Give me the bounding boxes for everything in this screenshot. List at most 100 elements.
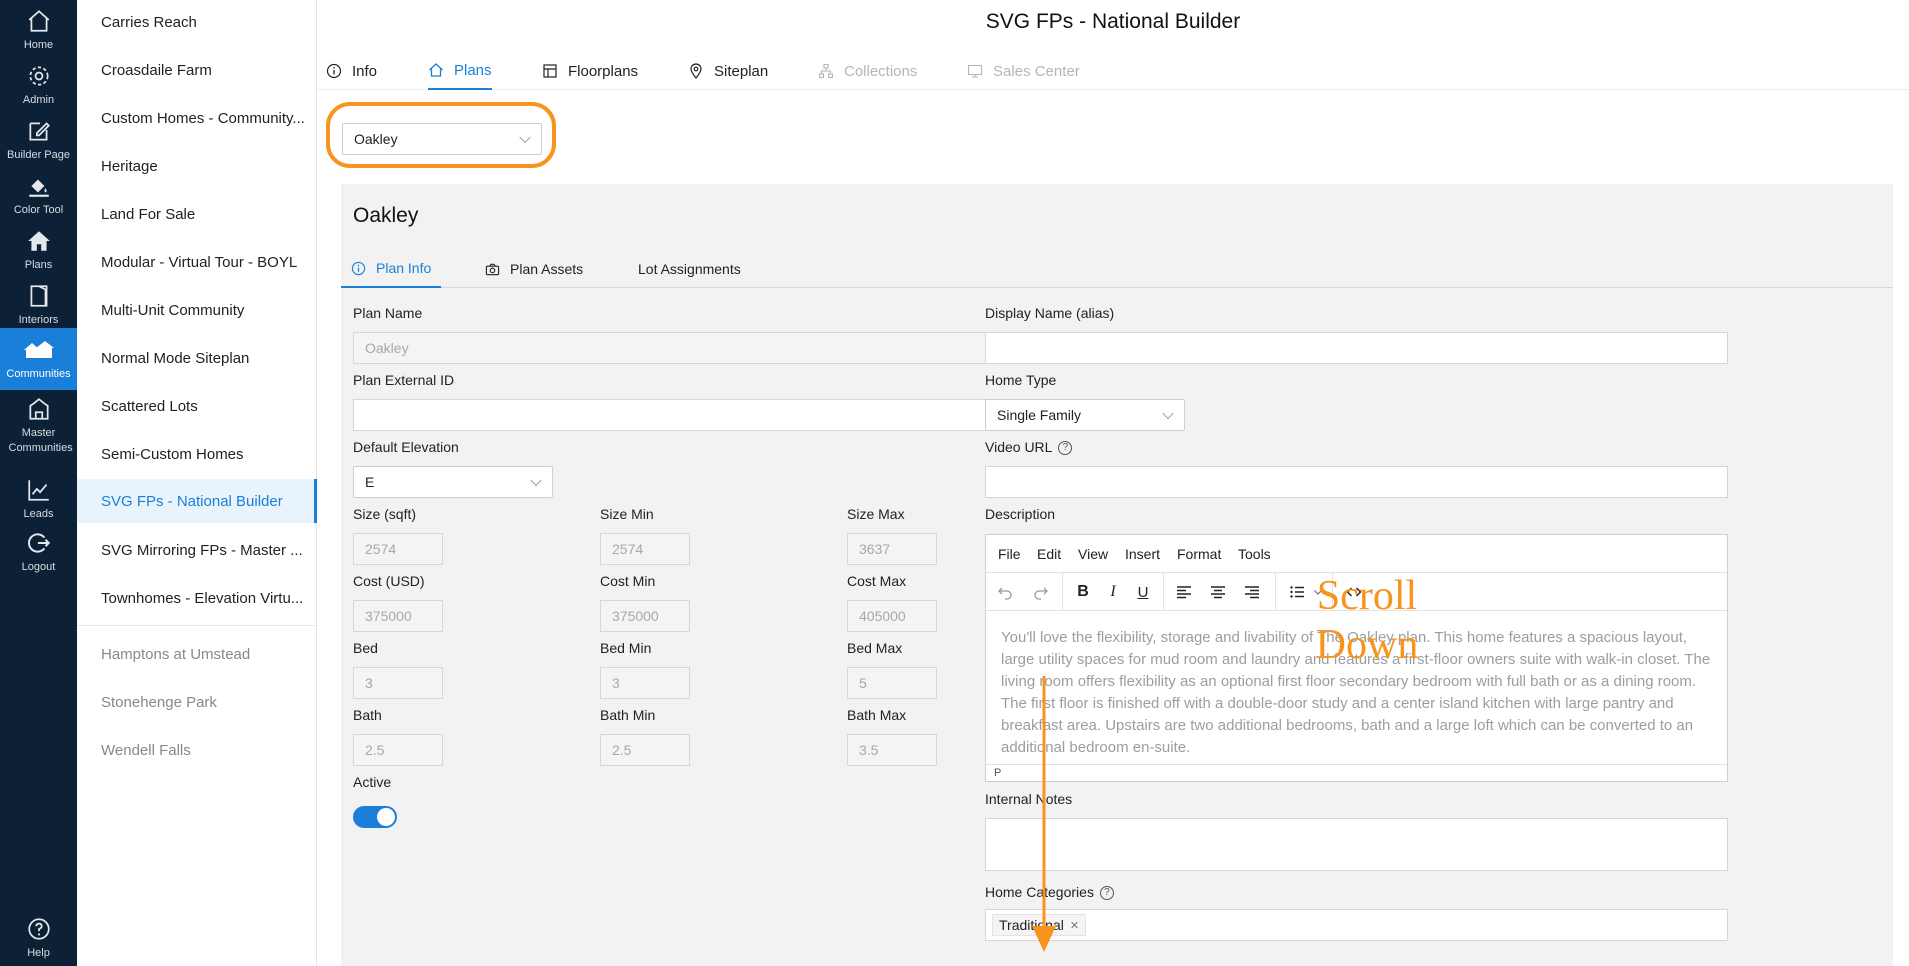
nav-interiors[interactable]: Interiors	[0, 283, 77, 328]
community-item[interactable]: Carries Reach	[77, 0, 317, 44]
annotation-line: Down	[1315, 622, 1419, 668]
bed-min-label: Bed Min	[600, 640, 652, 656]
plan-select[interactable]: Oakley	[342, 123, 542, 155]
chevron-down-icon	[519, 131, 531, 144]
plan-subtabs: Plan Info Plan Assets Lot Assignments	[341, 250, 1893, 288]
nav-help[interactable]: Help	[0, 916, 77, 961]
camera-icon	[485, 263, 500, 275]
community-item[interactable]: Semi-Custom Homes	[77, 432, 317, 476]
bath-min-field[interactable]: 2.5	[600, 734, 690, 766]
nav-leads[interactable]: Leads	[0, 477, 77, 522]
nav-plans[interactable]: Plans	[0, 228, 77, 273]
bed-max-field[interactable]: 5	[847, 667, 937, 699]
active-toggle[interactable]	[353, 806, 397, 828]
size-min-label: Size Min	[600, 506, 654, 522]
community-item[interactable]: Custom Homes - Community...	[77, 96, 317, 140]
plan-panel: Oakley Plan Info Plan Assets Lot Assignm…	[341, 184, 1893, 966]
nav-label: Builder Page	[7, 149, 70, 161]
menu-tools[interactable]: Tools	[1238, 535, 1271, 573]
community-label: Semi-Custom Homes	[101, 445, 244, 463]
bold-button[interactable]: B	[1068, 577, 1098, 607]
bed-field[interactable]: 3	[353, 667, 443, 699]
community-item[interactable]: Land For Sale	[77, 192, 317, 236]
community-item[interactable]: SVG Mirroring FPs - Master ...	[77, 528, 317, 572]
size-field[interactable]: 2574	[353, 533, 443, 565]
video-url-field[interactable]	[985, 466, 1728, 498]
community-item[interactable]: Normal Mode Siteplan	[77, 336, 317, 380]
question-icon[interactable]: ?	[1099, 886, 1114, 901]
default-elevation-select[interactable]: E	[353, 466, 553, 498]
tab-label: Collections	[844, 62, 918, 80]
paint-bucket-icon	[28, 179, 49, 197]
plan-name-field[interactable]: Oakley	[353, 332, 1094, 364]
community-item-other[interactable]: Wendell Falls	[77, 728, 317, 772]
tab-plan-info[interactable]: Plan Info	[341, 250, 442, 288]
internal-notes-field[interactable]	[985, 818, 1728, 871]
nav-admin[interactable]: Admin	[0, 63, 77, 108]
help-icon	[27, 918, 50, 940]
gear-icon	[28, 66, 49, 86]
menu-file[interactable]: File	[998, 535, 1021, 573]
size-min-field[interactable]: 2574	[600, 533, 690, 565]
cost-field[interactable]: 375000	[353, 600, 443, 632]
align-right-button[interactable]	[1237, 577, 1267, 607]
bath-min-label: Bath Min	[600, 707, 656, 723]
cost-min-field[interactable]: 375000	[600, 600, 690, 632]
align-left-button[interactable]	[1169, 577, 1199, 607]
italic-button[interactable]: I	[1098, 577, 1128, 607]
underline-button[interactable]: U	[1128, 577, 1158, 607]
nav-home[interactable]: Home	[0, 8, 77, 53]
floorplan-icon	[543, 64, 557, 78]
bath-max-field[interactable]: 3.5	[847, 734, 937, 766]
tab-siteplan[interactable]: Siteplan	[688, 52, 768, 90]
align-center-button[interactable]	[1203, 577, 1233, 607]
bed-min-field[interactable]: 3	[600, 667, 690, 699]
chevron-down-icon	[1162, 407, 1174, 420]
redo-button[interactable]	[1026, 577, 1056, 607]
question-icon[interactable]: ?	[1058, 441, 1073, 456]
display-name-field[interactable]	[985, 332, 1728, 364]
tab-sales-center[interactable]: Sales Center	[967, 52, 1080, 90]
menu-view[interactable]: View	[1078, 535, 1108, 573]
nav-label: Leads	[23, 508, 54, 520]
community-list: Carries Reach Croasdaile Farm Custom Hom…	[77, 0, 317, 966]
community-item-active[interactable]: SVG FPs - National Builder	[77, 479, 317, 523]
nav-color-tool[interactable]: Color Tool	[0, 173, 77, 218]
community-item[interactable]: Croasdaile Farm	[77, 48, 317, 92]
community-item[interactable]: Townhomes - Elevation Virtu...	[77, 576, 317, 620]
nav-builder-page[interactable]: Builder Page	[0, 118, 77, 163]
home-categories-field[interactable]: Traditional ✕	[985, 909, 1728, 941]
list-divider	[77, 625, 317, 626]
remove-tag-icon[interactable]: ✕	[1070, 919, 1079, 932]
nav-communities[interactable]: Communities	[0, 328, 77, 390]
community-item-other[interactable]: Hamptons at Umstead	[77, 632, 317, 676]
cost-max-field[interactable]: 405000	[847, 600, 937, 632]
community-tabs: Info Plans Floorplans Siteplan Collectio…	[317, 52, 1909, 90]
tab-plan-assets[interactable]: Plan Assets	[485, 250, 583, 288]
tab-collections[interactable]: Collections	[818, 52, 917, 90]
community-item[interactable]: Multi-Unit Community	[77, 288, 317, 332]
nav-master-communities[interactable]: Master Communities	[0, 396, 77, 456]
bath-field[interactable]: 2.5	[353, 734, 443, 766]
community-item[interactable]: Modular - Virtual Tour - BOYL	[77, 240, 317, 284]
plan-external-id-field[interactable]	[353, 399, 1094, 431]
menu-format[interactable]: Format	[1177, 535, 1221, 573]
map-pin-icon	[690, 63, 702, 79]
main-content: SVG FPs - National Builder Info Plans Fl…	[317, 0, 1909, 966]
tab-lot-assignments[interactable]: Lot Assignments	[638, 250, 741, 288]
tab-floorplans[interactable]: Floorplans	[542, 52, 638, 90]
tab-label: Siteplan	[714, 62, 769, 80]
menu-edit[interactable]: Edit	[1037, 535, 1061, 573]
community-item[interactable]: Scattered Lots	[77, 384, 317, 428]
community-label: Heritage	[101, 157, 158, 175]
tab-plans[interactable]: Plans	[428, 52, 492, 90]
nav-logout[interactable]: Logout	[0, 530, 77, 575]
community-item[interactable]: Heritage	[77, 144, 317, 188]
home-type-select[interactable]: Single Family	[985, 399, 1185, 431]
tab-info[interactable]: Info	[326, 52, 377, 90]
menu-insert[interactable]: Insert	[1125, 535, 1160, 573]
size-max-field[interactable]: 3637	[847, 533, 937, 565]
undo-button[interactable]	[990, 577, 1020, 607]
default-elevation-value: E	[365, 474, 375, 490]
community-item-other[interactable]: Stonehenge Park	[77, 680, 317, 724]
